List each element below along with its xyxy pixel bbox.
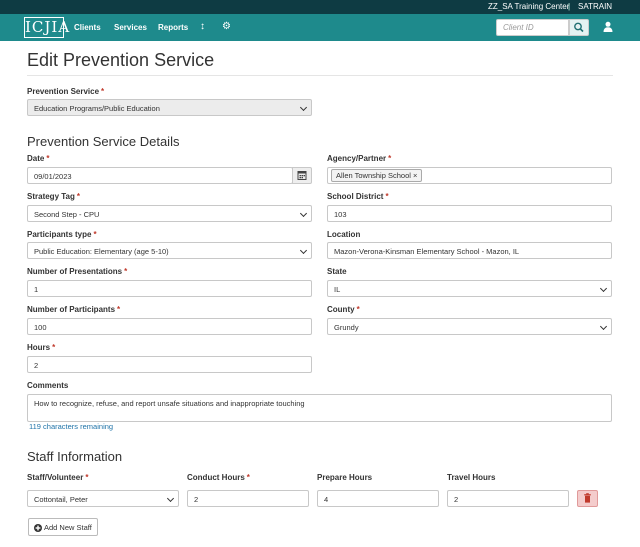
date-label: Date * bbox=[27, 154, 50, 163]
county-select[interactable]: Grundy bbox=[327, 318, 612, 335]
prepare-hours-label: Prepare Hours bbox=[317, 473, 373, 482]
location-label: Location bbox=[327, 230, 361, 239]
state-label: State bbox=[327, 267, 347, 276]
prepare-hours-input[interactable]: 4 bbox=[317, 490, 439, 507]
comments-textarea[interactable]: How to recognize, refuse, and report uns… bbox=[27, 394, 612, 422]
title-divider bbox=[27, 75, 613, 76]
add-staff-button[interactable]: Add New Staff bbox=[28, 518, 98, 536]
staff-label: Staff/Volunteer * bbox=[27, 473, 89, 482]
conduct-hours-input[interactable]: 2 bbox=[187, 490, 309, 507]
prevention-service-label: Prevention Service * bbox=[27, 87, 105, 96]
district-label: School District * bbox=[327, 192, 389, 201]
comments-label: Comments bbox=[27, 381, 69, 390]
participants-type-label: Participants type * bbox=[27, 230, 97, 239]
travel-hours-label: Travel Hours bbox=[447, 473, 496, 482]
nav-reports[interactable]: Reports bbox=[158, 23, 188, 32]
gear-icon[interactable]: ⚙ bbox=[222, 21, 231, 32]
presentations-label: Number of Presentations * bbox=[27, 267, 128, 276]
agency-tag: Allen Township School × bbox=[331, 169, 423, 182]
delete-staff-button[interactable] bbox=[577, 490, 598, 507]
participants-type-select[interactable]: Public Education: Elementary (age 5-10) bbox=[27, 242, 312, 259]
sort-icon[interactable]: ↕ bbox=[200, 21, 205, 32]
county-label: County * bbox=[327, 305, 360, 314]
hours-label: Hours * bbox=[27, 343, 56, 352]
page-title: Edit Prevention Service bbox=[27, 50, 215, 70]
chars-remaining: 119 characters remaining bbox=[29, 422, 114, 431]
details-heading: Prevention Service Details bbox=[27, 134, 180, 149]
trash-icon bbox=[584, 493, 591, 503]
conduct-hours-label: Conduct Hours * bbox=[187, 473, 250, 482]
nav-services[interactable]: Services bbox=[114, 23, 147, 32]
presentations-input[interactable]: 1 bbox=[27, 280, 312, 297]
nav-clients[interactable]: Clients bbox=[74, 23, 101, 32]
prevention-service-select[interactable]: Education Programs/Public Education bbox=[27, 99, 312, 116]
participants-input[interactable]: 100 bbox=[27, 318, 312, 335]
participants-label: Number of Participants * bbox=[27, 305, 121, 314]
staff-select[interactable]: Cottontail, Peter bbox=[27, 490, 179, 507]
staff-heading: Staff Information bbox=[27, 449, 123, 464]
top-bar: ZZ_SA Training Center | SATRAIN bbox=[0, 0, 640, 14]
agency-label: Agency/Partner * bbox=[327, 154, 392, 163]
hours-input[interactable]: 2 bbox=[27, 356, 312, 373]
user-icon[interactable] bbox=[603, 21, 613, 33]
main-navbar: ICJIA Clients Services Reports ↕ ⚙ Clien… bbox=[0, 14, 640, 41]
calendar-icon bbox=[297, 171, 307, 180]
calendar-button[interactable] bbox=[292, 167, 312, 184]
icjia-logo[interactable]: ICJIA bbox=[24, 17, 69, 38]
strategy-select[interactable]: Second Step - CPU bbox=[27, 205, 312, 222]
travel-hours-input[interactable]: 2 bbox=[447, 490, 569, 507]
client-search-button[interactable] bbox=[569, 19, 589, 36]
search-icon bbox=[574, 22, 584, 33]
tag-remove-icon[interactable]: × bbox=[413, 171, 417, 180]
location-input[interactable]: Mazon-Verona-Kinsman Elementary School -… bbox=[327, 242, 612, 259]
strategy-label: Strategy Tag * bbox=[27, 192, 80, 201]
topbar-separator: | bbox=[568, 2, 571, 11]
state-select[interactable]: IL bbox=[327, 280, 612, 297]
plus-circle-icon bbox=[34, 524, 42, 532]
date-input[interactable]: 09/01/2023 bbox=[27, 167, 293, 184]
training-center-link[interactable]: ZZ_SA Training Center bbox=[488, 2, 569, 11]
district-input[interactable]: 103 bbox=[327, 205, 612, 222]
username-link[interactable]: SATRAIN bbox=[578, 2, 612, 11]
client-id-input[interactable]: Client ID bbox=[496, 19, 569, 36]
